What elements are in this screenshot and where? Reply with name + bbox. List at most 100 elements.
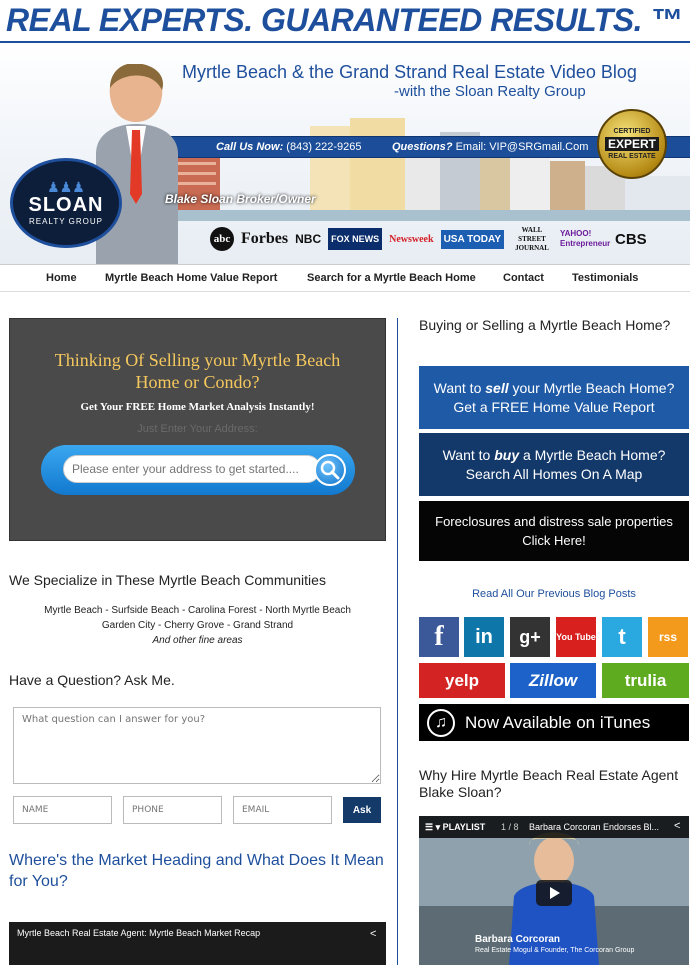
email-address[interactable]: Email: VIP@SRGmail.Com — [456, 141, 589, 153]
market-heading[interactable]: Where's the Market Heading and What Does… — [9, 850, 389, 892]
blog-title: Myrtle Beach & the Grand Strand Real Est… — [182, 62, 637, 82]
zillow-icon[interactable]: Zillow — [510, 663, 596, 698]
call-label: Call Us Now: — [216, 141, 284, 153]
main-nav: Home Myrtle Beach Home Value Report Sear… — [0, 264, 690, 292]
question-textarea[interactable] — [13, 707, 381, 784]
play-button[interactable] — [536, 880, 572, 906]
nav-search-home[interactable]: Search for a Myrtle Beach Home — [307, 272, 476, 284]
facebook-icon[interactable]: f — [419, 617, 459, 657]
call-info: Call Us Now: (843) 222-9265 — [216, 141, 362, 153]
tagline: REAL EXPERTS. GUARANTEED RESULTS. ™ — [6, 2, 682, 38]
communities-line1: Myrtle Beach - Surfside Beach - Carolina… — [44, 605, 351, 616]
sell-heading: Thinking Of Selling your Myrtle Beach Ho… — [10, 349, 385, 393]
address-input[interactable] — [63, 455, 321, 483]
communities-line2: Garden City - Cherry Grove - Grand Stran… — [101, 620, 294, 631]
yelp-icon[interactable]: yelp — [419, 663, 505, 698]
badge-bottom: REAL ESTATE — [608, 153, 656, 160]
google-plus-icon[interactable]: g+ — [510, 617, 550, 657]
ask-heading: Have a Question? Ask Me. — [9, 672, 175, 688]
cta1-line1: Want to sell your Myrtle Beach Home? — [419, 379, 689, 398]
forbes-logo: Forbes — [241, 230, 289, 247]
communities-heading: We Specialize in These Myrtle Beach Comm… — [9, 572, 326, 588]
cta2-post: a Myrtle Beach Home? — [519, 446, 666, 463]
usatoday-logo: USA TODAY — [440, 229, 504, 249]
share-icon[interactable]: < — [674, 820, 680, 832]
cta3-line1: Foreclosures and distress sale propertie… — [435, 514, 673, 529]
certified-expert-badge: CERTIFIED EXPERT REAL ESTATE — [597, 109, 667, 179]
ask-button[interactable]: Ask — [343, 797, 381, 823]
logo-subtitle: REALTY GROUP — [29, 217, 103, 226]
cta2-line1: Want to buy a Myrtle Beach Home? — [419, 446, 689, 465]
nav-home[interactable]: Home — [46, 272, 77, 284]
abc-logo: abc — [210, 227, 234, 251]
endorsement-video[interactable]: ☰ ▾ PLAYLIST 1 / 8 Barbara Corcoran Endo… — [419, 816, 689, 965]
sell-heading-line2: Home or Condo? — [135, 372, 260, 392]
foreclosures-cta[interactable]: Foreclosures and distress sale propertie… — [419, 501, 689, 561]
rss-icon[interactable]: rss — [648, 617, 688, 657]
itunes-text: Now Available on iTunes — [465, 712, 651, 732]
nav-home-value-report[interactable]: Myrtle Beach Home Value Report — [105, 272, 277, 284]
sloan-logo[interactable]: ♟♟♟ SLOAN REALTY GROUP — [10, 158, 122, 248]
people-icon: ♟♟♟ — [47, 179, 85, 195]
badge-top: CERTIFIED — [613, 128, 651, 135]
sell-heading-line1: Thinking Of Selling your Myrtle Beach — [54, 350, 341, 370]
read-all-posts-link[interactable]: Read All Our Previous Blog Posts — [419, 588, 689, 600]
why-hire-heading: Why Hire Myrtle Beach Real Estate Agent … — [419, 767, 679, 800]
cta1-line2: Get a FREE Home Value Report — [453, 398, 655, 415]
tagline-underline — [0, 41, 690, 43]
search-icon — [320, 460, 340, 480]
playlist-text: PLAYLIST — [442, 822, 486, 832]
media-logos: abc Forbes NBC FOX NEWS Newsweek USA TOD… — [210, 220, 690, 258]
newsweek-logo: Newsweek — [389, 233, 434, 245]
address-search-bar — [41, 445, 355, 495]
video-caption-sub: Real Estate Mogul & Founder, The Corcora… — [475, 947, 635, 954]
home-value-widget: Thinking Of Selling your Myrtle Beach Ho… — [9, 318, 386, 541]
playlist-label[interactable]: ☰ ▾ PLAYLIST — [425, 822, 485, 833]
blog-subtitle: -with the Sloan Realty Group — [394, 83, 586, 100]
cta2-pre: Want to — [442, 446, 495, 463]
cta1-emphasis: sell — [485, 379, 509, 396]
badge-main: EXPERT — [604, 137, 659, 151]
cta1-post: your Myrtle Beach Home? — [508, 379, 675, 396]
search-button[interactable] — [314, 454, 346, 486]
nav-testimonials[interactable]: Testimonials — [572, 272, 638, 284]
phone-field[interactable] — [123, 796, 222, 824]
itunes-banner[interactable]: ♫ Now Available on iTunes — [419, 704, 689, 741]
address-hint: Just Enter Your Address: — [137, 423, 258, 435]
twitter-icon[interactable]: t — [602, 617, 642, 657]
wsj-logo: WALL STREET JOURNAL — [515, 225, 549, 252]
questions-label: Questions? — [392, 141, 453, 153]
trulia-icon[interactable]: trulia — [602, 663, 689, 698]
email-field[interactable] — [233, 796, 332, 824]
video-top-bar: ☰ ▾ PLAYLIST 1 / 8 Barbara Corcoran Endo… — [419, 816, 689, 838]
cta1-pre: Want to — [433, 379, 486, 396]
sell-subheading: Get Your FREE Home Market Analysis Insta… — [80, 401, 315, 413]
buy-home-cta[interactable]: Want to buy a Myrtle Beach Home? Search … — [419, 433, 689, 496]
tagline-bar: REAL EXPERTS. GUARANTEED RESULTS. ™ — [0, 0, 690, 44]
communities-line3: And other fine areas — [152, 635, 243, 646]
nav-contact[interactable]: Contact — [503, 272, 544, 284]
market-video[interactable]: Myrtle Beach Real Estate Agent: Myrtle B… — [9, 922, 386, 965]
youtube-icon[interactable]: You Tube — [556, 617, 596, 657]
header-banner: Myrtle Beach & the Grand Strand Real Est… — [0, 44, 690, 264]
nbc-logo: NBC — [295, 232, 322, 246]
cta2-emphasis: buy — [494, 446, 520, 463]
phone-number[interactable]: (843) 222-9265 — [286, 141, 361, 153]
music-note-icon: ♫ — [427, 708, 455, 737]
share-icon[interactable]: < — [370, 928, 376, 940]
questions-info: Questions? Email: VIP@SRGmail.Com — [392, 141, 588, 153]
column-divider — [397, 318, 398, 965]
sidebar-heading: Buying or Selling a Myrtle Beach Home? — [419, 317, 671, 333]
linkedin-icon[interactable]: in — [464, 617, 504, 657]
yahoo-logo: YAHOO! Entrepreneur — [559, 229, 611, 248]
video-title[interactable]: Barbara Corcoran Endorses Bl... — [529, 822, 659, 832]
name-field[interactable] — [13, 796, 112, 824]
cta3-line2: Click Here! — [522, 533, 586, 548]
market-video-title[interactable]: Myrtle Beach Real Estate Agent: Myrtle B… — [17, 928, 260, 938]
foxnews-logo: FOX NEWS — [328, 228, 383, 250]
video-caption: Barbara Corcoran — [475, 934, 561, 945]
logo-name: SLOAN — [28, 194, 104, 216]
broker-caption: Blake Sloan Broker/Owner — [165, 192, 316, 206]
sell-home-cta[interactable]: Want to sell your Myrtle Beach Home? Get… — [419, 366, 689, 429]
playlist-count: 1 / 8 — [501, 822, 519, 832]
